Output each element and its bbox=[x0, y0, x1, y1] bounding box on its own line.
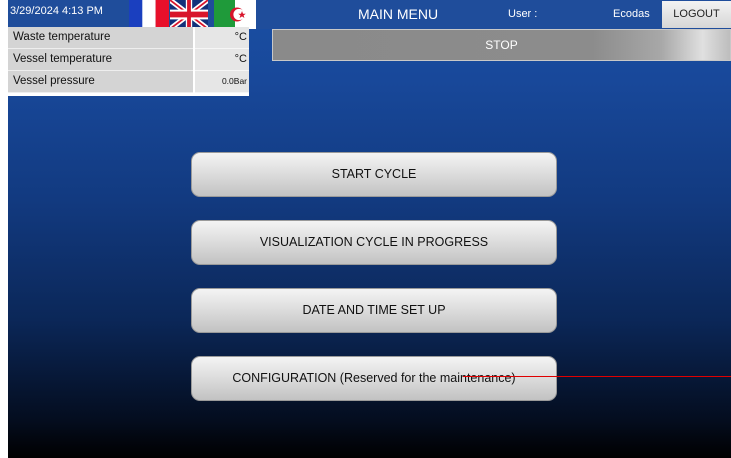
sensor-value: °C bbox=[195, 27, 249, 49]
sensor-row: Waste temperature °C bbox=[8, 27, 249, 49]
sensor-row: Vessel temperature °C bbox=[8, 49, 249, 71]
start-cycle-button[interactable]: START CYCLE bbox=[191, 152, 557, 197]
logout-button[interactable]: LOGOUT bbox=[662, 1, 731, 28]
sensor-label: Vessel pressure bbox=[8, 71, 193, 93]
visualization-cycle-button[interactable]: VISUALIZATION CYCLE IN PROGRESS bbox=[191, 220, 557, 265]
page-title: MAIN MENU bbox=[357, 6, 439, 22]
top-bar: 3/29/2024 4:13 PM MAIN MENU User : Ecoda… bbox=[8, 0, 731, 29]
user-name: Ecodas bbox=[613, 8, 650, 20]
sensor-value: 0.0Bar bbox=[195, 71, 249, 93]
french-flag-icon[interactable] bbox=[129, 0, 169, 29]
datetime-display: 3/29/2024 4:13 PM bbox=[10, 5, 103, 17]
annotation-line bbox=[463, 376, 731, 377]
status-bar: STOP bbox=[272, 29, 731, 61]
user-label: User : bbox=[508, 8, 538, 20]
sensor-value: °C bbox=[195, 49, 249, 71]
configuration-button[interactable]: CONFIGURATION (Reserved for the maintena… bbox=[191, 356, 557, 401]
date-time-setup-button[interactable]: DATE AND TIME SET UP bbox=[191, 288, 557, 333]
sensor-readings-table: Waste temperature °C Vessel temperature … bbox=[8, 27, 249, 96]
sensor-label: Waste temperature bbox=[8, 27, 193, 49]
sensor-label: Vessel temperature bbox=[8, 49, 193, 71]
algerian-flag-icon[interactable] bbox=[214, 0, 256, 29]
uk-flag-icon[interactable] bbox=[170, 0, 208, 29]
sensor-row: Vessel pressure 0.0Bar bbox=[8, 71, 249, 93]
main-menu-screen: 3/29/2024 4:13 PM MAIN MENU User : Ecoda… bbox=[8, 0, 731, 458]
